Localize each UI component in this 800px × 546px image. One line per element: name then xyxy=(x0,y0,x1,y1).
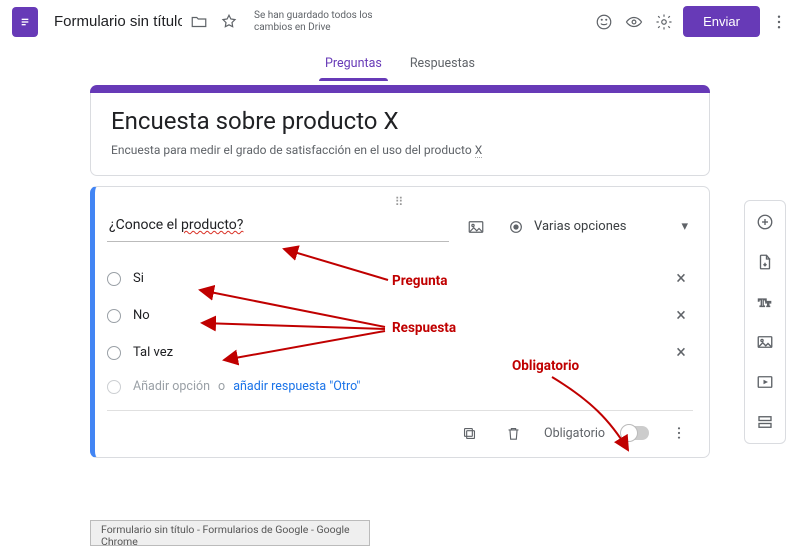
form-title[interactable]: Encuesta sobre producto X xyxy=(111,107,689,135)
option-label[interactable]: No xyxy=(133,308,657,323)
required-toggle[interactable] xyxy=(621,426,649,440)
editor-tabs: Preguntas Respuestas xyxy=(0,44,800,81)
save-status: Se han guardado todos los cambios en Dri… xyxy=(254,10,394,34)
radio-icon xyxy=(107,380,121,394)
app-header: Se han guardado todos los cambios en Dri… xyxy=(0,0,800,44)
delete-icon[interactable] xyxy=(500,419,528,447)
option-row[interactable]: No × xyxy=(107,297,693,334)
move-to-folder-icon[interactable] xyxy=(184,7,214,37)
preview-icon[interactable] xyxy=(619,7,649,37)
abbrev-text: X xyxy=(475,143,483,158)
add-video-icon[interactable] xyxy=(750,367,780,397)
option-label[interactable]: Tal vez xyxy=(133,345,657,360)
question-footer: Obligatorio xyxy=(107,410,693,447)
option-row[interactable]: Tal vez × xyxy=(107,334,693,371)
option-label[interactable]: Si xyxy=(133,271,657,286)
import-questions-icon[interactable] xyxy=(750,247,780,277)
add-title-icon[interactable]: TT xyxy=(750,287,780,317)
tab-questions[interactable]: Preguntas xyxy=(311,50,396,81)
remove-option-icon[interactable]: × xyxy=(669,268,693,289)
form-description[interactable]: Encuesta para medir el grado de satisfac… xyxy=(111,143,689,157)
form-accent-bar xyxy=(90,85,710,93)
settings-icon[interactable] xyxy=(649,7,679,37)
add-question-icon[interactable] xyxy=(750,207,780,237)
options-list: Si × No × Tal vez × Añadir opción o añad… xyxy=(107,260,693,396)
drag-handle-icon[interactable]: ⠿ xyxy=(107,197,693,207)
more-icon[interactable] xyxy=(764,7,794,37)
radio-button-icon xyxy=(508,219,524,235)
option-row[interactable]: Si × xyxy=(107,260,693,297)
add-other-button[interactable]: añadir respuesta "Otro" xyxy=(233,379,360,394)
svg-text:T: T xyxy=(766,300,771,309)
browser-tab-label: Formulario sin título - Formularios de G… xyxy=(90,520,370,546)
radio-icon xyxy=(107,309,121,323)
question-type-label: Varias opciones xyxy=(534,219,627,234)
add-option-row: Añadir opción o añadir respuesta "Otro" xyxy=(107,371,693,396)
required-label: Obligatorio xyxy=(544,426,605,441)
tab-responses[interactable]: Respuestas xyxy=(396,50,489,81)
remove-option-icon[interactable]: × xyxy=(669,342,693,363)
caret-down-icon: ▾ xyxy=(681,219,688,234)
question-text-input[interactable]: ¿Conoce el producto? xyxy=(107,211,449,242)
radio-icon xyxy=(107,346,121,360)
add-section-icon[interactable] xyxy=(750,407,780,437)
customize-theme-icon[interactable] xyxy=(589,7,619,37)
add-option-button[interactable]: Añadir opción xyxy=(133,379,210,394)
document-title-input[interactable] xyxy=(52,12,184,31)
question-type-select[interactable]: Varias opciones ▾ xyxy=(503,212,693,242)
add-image-icon[interactable] xyxy=(461,212,491,242)
send-button[interactable]: Enviar xyxy=(683,6,760,37)
question-card[interactable]: ⠿ ¿Conoce el producto? Varias opciones ▾… xyxy=(90,186,710,458)
form-header-card[interactable]: Encuesta sobre producto X Encuesta para … xyxy=(90,93,710,176)
remove-option-icon[interactable]: × xyxy=(669,305,693,326)
star-icon[interactable] xyxy=(214,7,244,37)
side-toolbar: TT xyxy=(744,200,786,444)
add-image-icon[interactable] xyxy=(750,327,780,357)
duplicate-icon[interactable] xyxy=(456,419,484,447)
form-canvas: Encuesta sobre producto X Encuesta para … xyxy=(90,85,710,458)
question-more-icon[interactable] xyxy=(665,419,693,447)
radio-icon xyxy=(107,272,121,286)
forms-logo-icon xyxy=(12,7,38,37)
